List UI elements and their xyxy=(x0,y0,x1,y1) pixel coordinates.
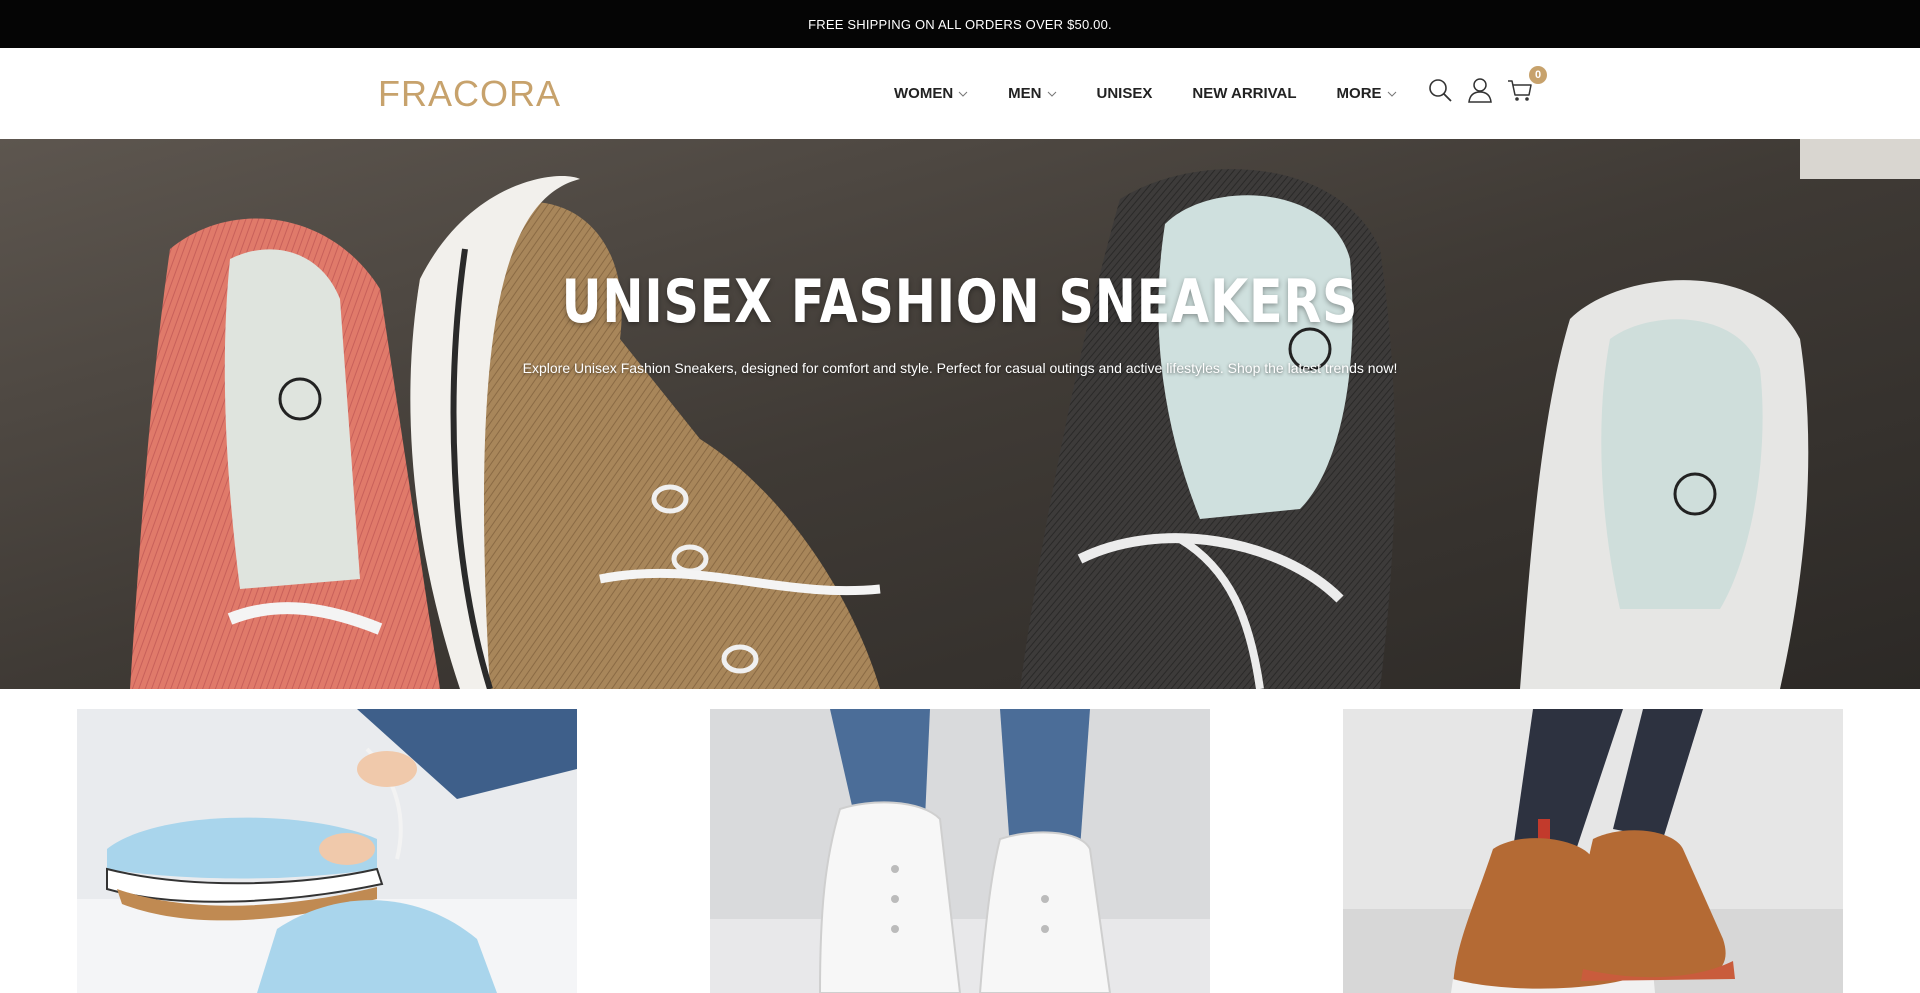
announcement-text: FREE SHIPPING ON ALL ORDERS OVER $50.00. xyxy=(808,16,1112,32)
nav-label-unisex: UNISEX xyxy=(1096,85,1153,102)
brand-logo[interactable]: FRACORA xyxy=(378,73,561,115)
search-button[interactable] xyxy=(1426,76,1454,104)
nav-label-new-arrival: NEW ARRIVAL xyxy=(1192,85,1297,102)
product-image-1 xyxy=(77,709,577,993)
nav-label-more: MORE xyxy=(1336,85,1382,102)
product-grid xyxy=(0,709,1920,993)
hero-image xyxy=(0,139,1920,689)
product-image-2 xyxy=(710,709,1210,993)
product-card-3[interactable] xyxy=(1343,709,1843,993)
header-icons: 0 xyxy=(1426,66,1547,104)
nav-item-unisex[interactable]: UNISEX xyxy=(1097,85,1153,102)
nav-item-new-arrival[interactable]: NEW ARRIVAL xyxy=(1192,85,1296,102)
hero-title: UNISEX FASHION SNEAKERS xyxy=(561,267,1359,337)
cart-count-badge: 0 xyxy=(1529,66,1547,84)
hero-banner: UNISEX FASHION SNEAKERS Explore Unisex F… xyxy=(0,139,1920,689)
cart-button[interactable]: 0 xyxy=(1506,66,1547,104)
hero-subtitle: Explore Unisex Fashion Sneakers, designe… xyxy=(522,360,1398,376)
account-icon xyxy=(1468,78,1492,103)
nav-item-men[interactable]: MEN xyxy=(1008,85,1056,102)
product-card-2[interactable] xyxy=(710,709,1210,993)
main-nav: WOMEN MEN UNISEX NEW ARRIVAL MORE xyxy=(894,48,1437,139)
announcement-bar: FREE SHIPPING ON ALL ORDERS OVER $50.00. xyxy=(0,0,1920,48)
site-header: FRACORA WOMEN MEN UNISEX NEW ARRIVAL MOR… xyxy=(0,48,1920,139)
chevron-down-icon xyxy=(958,91,968,97)
nav-item-women[interactable]: WOMEN xyxy=(894,85,968,102)
chevron-down-icon xyxy=(1047,91,1056,97)
product-image-3 xyxy=(1343,709,1843,993)
search-icon xyxy=(1429,79,1452,102)
account-button[interactable] xyxy=(1466,76,1494,104)
nav-item-more[interactable]: MORE xyxy=(1337,85,1397,102)
product-card-1[interactable] xyxy=(77,709,577,993)
nav-label-men: MEN xyxy=(1008,85,1042,102)
chevron-down-icon xyxy=(1387,91,1396,97)
nav-label-women: WOMEN xyxy=(894,85,954,102)
